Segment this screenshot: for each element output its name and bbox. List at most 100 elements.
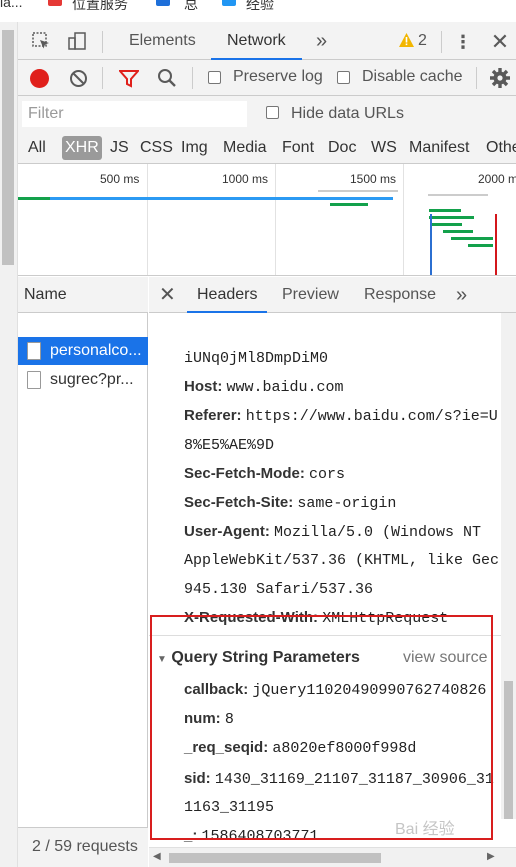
bookmark-favicon-icon [48,0,62,6]
network-toolbar: Preserve log Disable cache [18,60,516,96]
tab-network[interactable]: Network [211,22,302,60]
type-filter-xhr[interactable]: XHR [62,136,102,160]
disable-cache-checkbox[interactable] [337,71,350,84]
timeline-overview[interactable]: 500 ms 1000 ms 1500 ms 2000 m [18,164,516,276]
hide-data-urls-label: Hide data URLs [291,105,404,122]
divider [102,67,103,89]
filter-icon[interactable] [117,69,141,93]
header-row: 8%E5%AE%9D [184,437,275,454]
request-name: personalco... [50,342,142,359]
close-icon[interactable]: ✕ [489,31,511,53]
search-icon[interactable] [157,68,177,93]
bookmark-favicon-icon [222,0,236,6]
bookmark-item[interactable]: 总 [184,0,198,14]
document-icon [27,342,41,360]
scroll-left-icon[interactable]: ◀ [153,851,161,862]
request-list: Name personalco... sugrec?pr... 2 / 59 r… [18,277,148,867]
gear-icon[interactable] [489,67,511,94]
header-row: Host: www.baidu.com [184,378,344,396]
inspect-element-icon[interactable] [30,31,52,53]
waterfall-bar [330,203,368,206]
type-filter-js[interactable]: JS [110,136,129,160]
page-scrollbar[interactable] [0,22,18,867]
header-row: AppleWebKit/537.36 (KHTML, like Gec [184,552,500,569]
waterfall-bar [451,237,493,240]
kebab-menu-icon[interactable]: ⋮ [452,31,474,53]
type-filter-css[interactable]: CSS [140,136,173,160]
waterfall-bar [429,209,461,212]
record-icon[interactable] [30,69,49,88]
request-name: sugrec?pr... [50,371,134,388]
bookmark-bar: ia... 位置服务 总 经验 [0,0,516,22]
scrollbar-thumb[interactable] [504,681,513,819]
scrollbar-thumb[interactable] [169,853,381,863]
type-filter-img[interactable]: Img [181,136,208,160]
gridline [275,164,276,275]
preserve-log-checkbox[interactable] [208,71,221,84]
timeline-tick: 1500 ms [350,172,397,186]
divider [476,67,477,89]
bookmark-item[interactable]: 经验 [246,0,274,14]
warning-icon[interactable] [398,32,415,53]
bookmark-item[interactable]: ia... [0,0,23,10]
divider [192,67,193,89]
waterfall-bar [318,190,398,192]
type-filter-media[interactable]: Media [223,136,267,160]
waterfall-bar [50,197,393,200]
waterfall-bar [432,223,462,226]
request-count-status: 2 / 59 requests [18,827,148,867]
document-icon [27,371,41,389]
hide-data-urls-checkbox[interactable] [266,106,279,119]
request-row[interactable]: sugrec?pr... [18,366,148,394]
timeline-tick: 500 ms [100,172,140,186]
header-row: Referer: https://www.baidu.com/s?ie=U [184,407,498,425]
warning-count: 2 [418,32,427,49]
close-icon[interactable]: ✕ [159,282,176,307]
divider [102,31,103,53]
more-tabs-button[interactable]: » [456,277,467,313]
preserve-log-label: Preserve log [233,68,323,85]
more-tabs-button[interactable]: » [316,22,327,60]
timeline-tick: 2000 m [478,172,516,186]
scroll-right-icon[interactable]: ▶ [487,851,495,862]
resource-type-bar: All XHR JS CSS Img Media Font Doc WS Man… [18,132,516,164]
devtools-tabbar: Elements Network » 2 ⋮ ✕ [18,22,516,60]
header-row: iUNq0jMl8DmpDiM0 [184,350,329,367]
watermark-logo: Bai 经验 [395,821,455,838]
load-line [495,214,497,275]
header-row: Sec-Fetch-Mode: cors [184,465,346,483]
detail-tabbar: ✕ Headers Preview Response » [149,277,516,313]
header-row: 945.130 Safari/537.36 [184,581,374,598]
tab-response[interactable]: Response [364,277,436,313]
vertical-scrollbar[interactable] [501,313,516,819]
gridline [147,164,148,275]
tab-preview[interactable]: Preview [282,277,339,313]
waterfall-bar [428,194,488,196]
request-row[interactable]: personalco... [18,337,148,365]
page-scrollbar-thumb[interactable] [2,30,14,265]
horizontal-scrollbar[interactable]: ◀ ▶ [149,847,516,867]
bookmark-item[interactable]: 位置服务 [72,0,128,14]
dom-content-loaded-line [430,214,432,275]
type-filter-font[interactable]: Font [282,136,314,160]
filter-bar: Hide data URLs [18,96,516,132]
divider [441,31,442,53]
waterfall-bar [468,244,493,247]
filter-input[interactable] [22,101,247,127]
timeline-tick: 1000 ms [222,172,269,186]
type-filter-ws[interactable]: WS [371,136,397,160]
name-column-header[interactable]: Name [18,277,148,313]
waterfall-bar [18,197,50,200]
waterfall-bar [443,230,473,233]
type-filter-all[interactable]: All [28,136,46,160]
tab-elements[interactable]: Elements [129,22,196,60]
type-filter-doc[interactable]: Doc [328,136,356,160]
device-toolbar-icon[interactable] [66,31,88,53]
header-row: Sec-Fetch-Site: same-origin [184,494,397,512]
waterfall-bar [429,216,474,219]
type-filter-manifest[interactable]: Manifest [409,136,469,160]
type-filter-other[interactable]: Othe [486,136,516,160]
clear-icon[interactable] [69,69,88,93]
gridline [403,164,404,275]
tab-headers[interactable]: Headers [187,277,268,313]
